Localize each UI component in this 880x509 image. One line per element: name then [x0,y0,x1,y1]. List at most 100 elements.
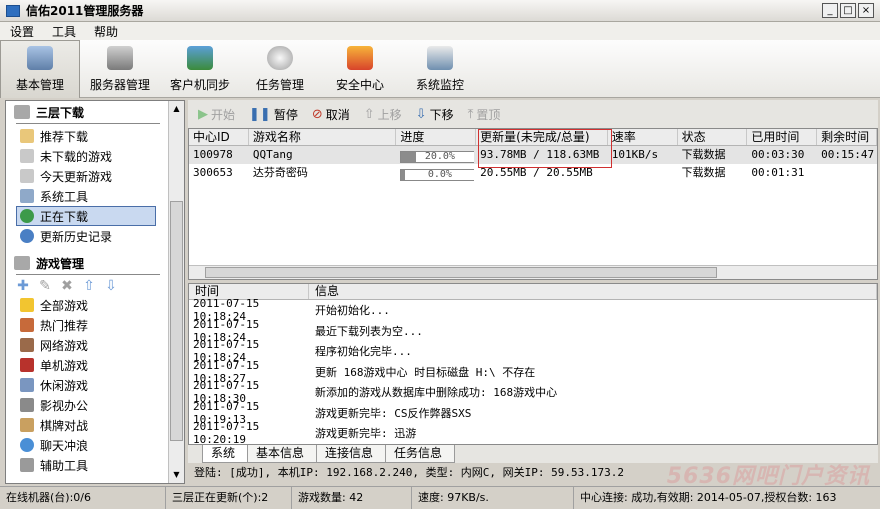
cell-id: 100978 [193,148,233,161]
scrollbar-thumb[interactable] [205,267,717,278]
sidebar-item-video-office[interactable]: 影视办公 [6,395,184,415]
cell-remaining-time: 00:15:47 [821,148,875,161]
status-online: 在线机器(台):0/6 [0,487,166,509]
sidebar-item-label: 聊天冲浪 [40,438,89,453]
column-header[interactable]: 状态 [678,129,748,145]
menu-settings[interactable]: 设置 [0,23,42,40]
game-box-icon [14,256,30,270]
network-game-icon [20,338,34,352]
scroll-up-arrow-icon[interactable]: ▲ [169,101,184,117]
sidebar-item-all-games[interactable]: 全部游戏 [6,295,184,315]
sidebar-item-label: 系统工具 [40,189,89,204]
log-row[interactable]: 2011-07-15 10:20:19 游戏更新完毕: 迅游 [189,420,877,446]
tool-basic-management[interactable]: 基本管理 [0,40,80,98]
tool-server-management[interactable]: 服务器管理 [80,40,160,98]
menu-tools[interactable]: 工具 [42,23,84,40]
sidebar-item-label: 棋牌对战 [40,418,89,433]
sidebar-item-chat[interactable]: 聊天冲浪 [6,435,184,455]
delete-icon[interactable]: ✖ [60,278,74,294]
tool-security-center[interactable]: 安全中心 [320,40,400,98]
arrow-down-icon[interactable]: ⇩ [104,278,118,294]
wrench-icon[interactable]: ✎ [38,278,52,294]
log-message: 最近下载列表为空... [315,324,423,338]
pause-icon: ❚❚ [249,106,271,122]
sidebar-item-label: 辅助工具 [40,458,89,473]
maximize-button[interactable]: □ [840,3,856,18]
tool-client-sync[interactable]: 客户机同步 [160,40,240,98]
casual-icon [20,378,34,392]
tool-label: 安全中心 [335,78,384,92]
main-panel: ▶ 开始 ❚❚ 暂停 ⊘ 取消 ⇧ 上移 ⇩ 下移 ⤒ 置顶 中心ID 游戏名称 进度 更新… [188,100,878,483]
tool-label: 任务管理 [255,78,304,92]
download-globe-icon [20,209,34,223]
sidebar-item-online-games[interactable]: 网络游戏 [6,335,184,355]
arrow-up-icon[interactable]: ⇧ [82,278,96,294]
sidebar-item-not-downloaded[interactable]: 未下载的游戏 [6,146,184,166]
progress-text: 20.0% [424,151,455,162]
column-header[interactable]: 速率 [608,129,678,145]
sidebar-item-single-games[interactable]: 单机游戏 [6,355,184,375]
sidebar-item-today-updated[interactable]: 今天更新游戏 [6,166,184,186]
menu-help[interactable]: 帮助 [84,23,126,40]
tool-label: 客户机同步 [169,78,230,92]
move-up-button[interactable]: ⇧ 上移 [364,106,402,123]
status-center: 中心连接: 成功,有效期: 2014-05-07,授权台数: 163 [580,491,837,504]
column-header[interactable]: 游戏名称 [249,129,397,145]
sidebar-section-games[interactable]: 游戏管理 [6,252,184,274]
play-icon: ▶ [198,106,208,122]
gamepad-icon [20,358,34,372]
cell-rate: 101KB/s [611,148,659,161]
sidebar-item-hot[interactable]: 热门推荐 [6,315,184,335]
sidebar-item-casual[interactable]: 休闲游戏 [6,375,184,395]
move-top-label: 置顶 [476,107,501,122]
sidebar-section-download[interactable]: 三层下载 [6,101,184,123]
sidebar-scrollbar[interactable]: ▲ ▼ [168,101,184,483]
download-table: 中心ID 游戏名称 进度 更新量(未完成/总量) 速率 状态 已用时间 剩余时间… [188,128,878,280]
table-horizontal-scrollbar[interactable] [189,265,877,279]
tool-label: 基本管理 [15,78,64,92]
close-button[interactable]: × [858,3,874,18]
cell-status: 下载数据 [681,148,726,161]
sidebar-item-system-tools[interactable]: 系统工具 [6,186,184,206]
sidebar-item-label: 休闲游戏 [40,378,89,393]
column-header[interactable]: 剩余时间 [817,129,877,145]
start-button[interactable]: ▶ 开始 [198,106,235,123]
scroll-down-arrow-icon[interactable]: ▼ [169,467,184,483]
cancel-button[interactable]: ⊘ 取消 [312,106,350,123]
tab-system[interactable]: 系统 [202,445,249,463]
sidebar-item-recommended[interactable]: 推荐下载 [6,126,184,146]
column-header[interactable]: 信息 [309,284,877,299]
move-top-button[interactable]: ⤒ 置顶 [468,106,501,123]
minimize-button[interactable]: _ [822,3,838,18]
sidebar-item-downloading[interactable]: 正在下载 [16,206,156,226]
annotation-highlight-box [478,129,612,168]
sidebar-item-label: 单机游戏 [40,358,89,373]
tab-basic-info[interactable]: 基本信息 [247,445,318,463]
add-icon[interactable]: ✚ [16,278,30,294]
tool-system-monitor[interactable]: 系统监控 [400,40,480,98]
status-updating: 三层正在更新(个):2 [166,487,292,509]
pause-button[interactable]: ❚❚ 暂停 [249,106,298,123]
window-title: 信佑2011管理服务器 [26,4,144,18]
sidebar-item-history[interactable]: 更新历史记录 [6,226,184,246]
tab-task-info[interactable]: 任务信息 [385,445,456,463]
tab-connection-info[interactable]: 连接信息 [316,445,387,463]
game-actions-row: ✚ ✎ ✖ ⇧ ⇩ [6,277,184,295]
sidebar-item-board[interactable]: 棋牌对战 [6,415,184,435]
log-body: 2011-07-15 10:18:24 开始初始化... 2011-07-15 10… [189,297,877,446]
scrollbar-thumb[interactable] [170,201,183,441]
task-management-icon [267,46,293,70]
tool-label: 服务器管理 [89,78,150,92]
sidebar-item-label: 推荐下载 [40,129,89,144]
column-header[interactable]: 已用时间 [747,129,818,145]
sidebar-item-label: 影视办公 [40,398,89,413]
cell-id: 300653 [193,166,233,179]
column-header[interactable]: 中心ID [189,129,249,145]
move-down-button[interactable]: ⇩ 下移 [416,106,454,123]
column-header[interactable]: 进度 [396,129,477,145]
cell-used-time: 00:03:30 [751,148,805,161]
box-icon [20,149,34,163]
tool-task-management[interactable]: 任务管理 [240,40,320,98]
progress-bar: 20.0% [400,150,475,163]
sidebar-item-aux-tools[interactable]: 辅助工具 [6,455,184,475]
